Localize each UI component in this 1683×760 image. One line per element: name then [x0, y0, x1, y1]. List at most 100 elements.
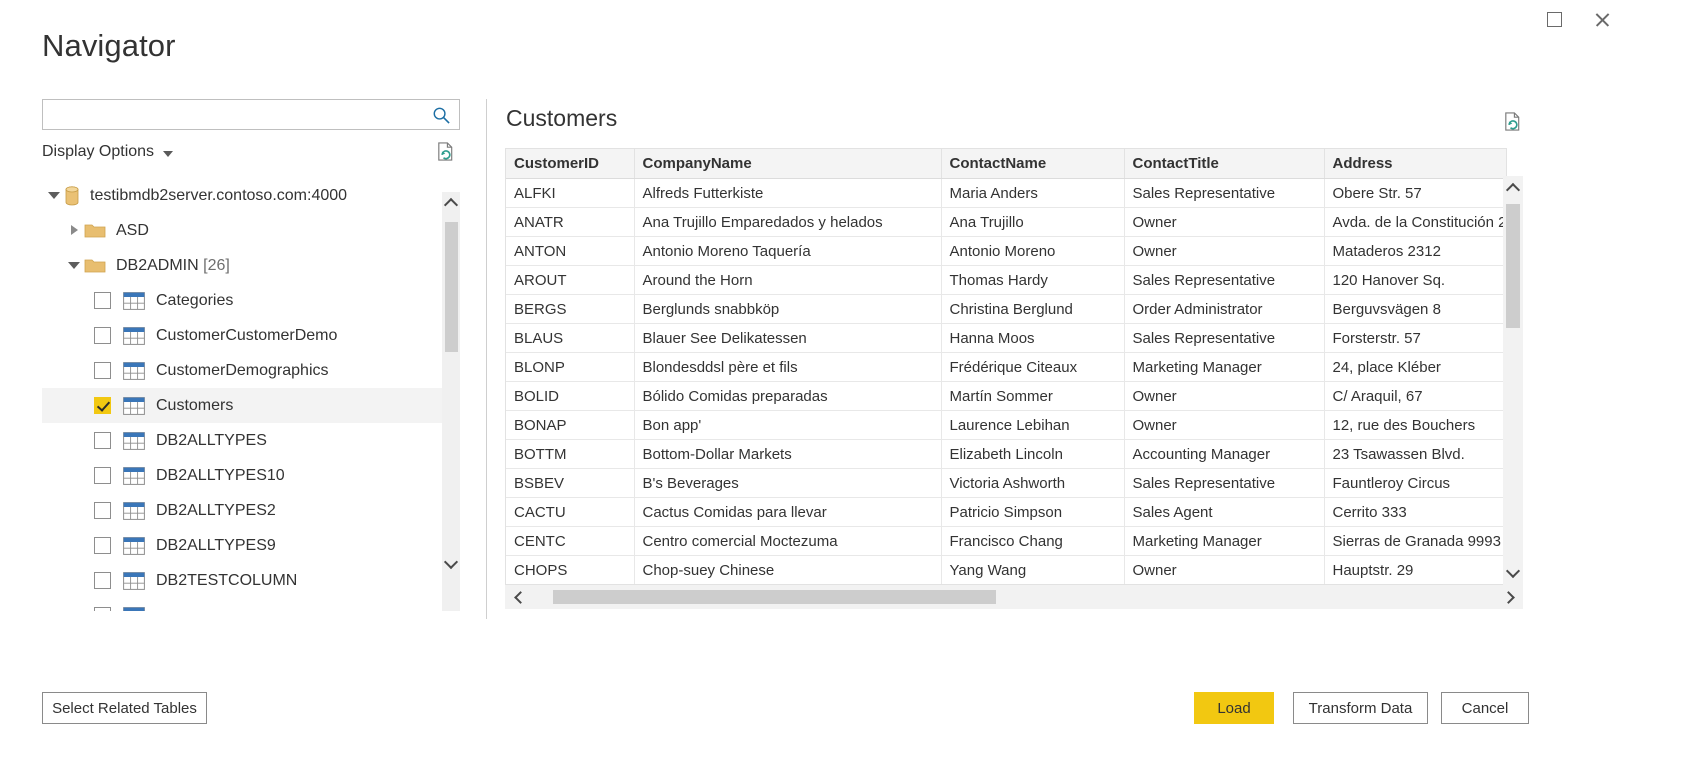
tree-node-db2alltypes10[interactable]: DB2ALLTYPES10	[42, 458, 442, 493]
grid-scroll-down-button[interactable]	[1503, 561, 1523, 585]
table-checkbox[interactable]	[94, 292, 111, 309]
chevron-up-icon	[444, 198, 458, 212]
table-row[interactable]: BLONP Blondesddsl père et fils Frédériqu…	[506, 353, 1507, 382]
tree-node-customerdemographics[interactable]: CustomerDemographics	[42, 353, 442, 388]
scroll-up-button[interactable]	[442, 192, 460, 214]
table-icon	[123, 432, 145, 450]
table-row[interactable]: BLAUS Blauer See Delikatessen Hanna Moos…	[506, 324, 1507, 353]
table-checkbox[interactable]	[94, 572, 111, 589]
tree-vertical-scrollbar[interactable]	[442, 178, 460, 611]
scrollbar-top-cap	[442, 178, 460, 192]
load-button[interactable]: Load	[1194, 692, 1274, 724]
chevron-down-icon	[1506, 564, 1520, 578]
cell-companyname: Blondesddsl père et fils	[634, 353, 941, 382]
cancel-button[interactable]: Cancel	[1441, 692, 1529, 724]
cell-address: 120 Hanover Sq.	[1324, 266, 1507, 295]
column-header-companyname[interactable]: CompanyName	[634, 149, 941, 179]
cell-customerid: CENTC	[506, 527, 634, 556]
table-checkbox[interactable]	[94, 502, 111, 519]
tree-node-partial[interactable]	[42, 598, 442, 611]
table-checkbox[interactable]	[94, 467, 111, 484]
table-icon	[123, 467, 145, 485]
tree-node-label: testibmdb2server.contoso.com:4000	[90, 187, 347, 205]
table-row[interactable]: CACTU Cactus Comidas para llevar Patrici…	[506, 498, 1507, 527]
scrollbar-thumb[interactable]	[445, 222, 458, 352]
maximize-button[interactable]	[1531, 0, 1577, 38]
tree-root: testibmdb2server.contoso.com:4000 ASD	[42, 178, 442, 611]
table-row[interactable]: CENTC Centro comercial Moctezuma Francis…	[506, 527, 1507, 556]
grid-horizontal-scrollbar[interactable]	[505, 585, 1523, 609]
table-icon	[123, 397, 145, 415]
column-header-address[interactable]: Address	[1324, 149, 1507, 179]
select-related-tables-button[interactable]: Select Related Tables	[42, 692, 207, 724]
grid-vertical-scrollbar[interactable]	[1503, 176, 1523, 585]
refresh-icon[interactable]	[1502, 111, 1523, 132]
table-body: ALFKI Alfreds Futterkiste Maria Anders S…	[506, 179, 1507, 585]
tree-node-db2alltypes2[interactable]: DB2ALLTYPES2	[42, 493, 442, 528]
cell-contactname: Patricio Simpson	[941, 498, 1124, 527]
table-checkbox[interactable]	[94, 607, 111, 611]
tree-node-text: DB2ADMIN	[116, 257, 199, 274]
cell-contactname: Christina Berglund	[941, 295, 1124, 324]
cell-contacttitle: Marketing Manager	[1124, 527, 1324, 556]
scrollbar-thumb[interactable]	[553, 590, 996, 604]
table-checkbox[interactable]	[94, 327, 111, 344]
grid-scroll-up-button[interactable]	[1503, 176, 1523, 200]
table-row[interactable]: BOTTM Bottom-Dollar Markets Elizabeth Li…	[506, 440, 1507, 469]
cell-companyname: Cactus Comidas para llevar	[634, 498, 941, 527]
column-header-contactname[interactable]: ContactName	[941, 149, 1124, 179]
cell-address: Forsterstr. 57	[1324, 324, 1507, 353]
tree-node-categories[interactable]: Categories	[42, 283, 442, 318]
search-box[interactable]	[42, 99, 460, 130]
display-options-dropdown[interactable]: Display Options	[42, 143, 173, 161]
tree-node-server[interactable]: testibmdb2server.contoso.com:4000	[42, 178, 442, 213]
title-bar	[0, 0, 1683, 44]
refresh-icon[interactable]	[435, 141, 456, 162]
table-row[interactable]: AROUT Around the Horn Thomas Hardy Sales…	[506, 266, 1507, 295]
table-row[interactable]: CHOPS Chop-suey Chinese Yang Wang Owner …	[506, 556, 1507, 585]
tree-node-label: DB2ALLTYPES10	[156, 467, 285, 485]
column-header-contacttitle[interactable]: ContactTitle	[1124, 149, 1324, 179]
cell-address: 12, rue des Bouchers	[1324, 411, 1507, 440]
tree-node-db2alltypes[interactable]: DB2ALLTYPES	[42, 423, 442, 458]
grid-scroll-left-button[interactable]	[505, 585, 531, 609]
table-row[interactable]: BOLID Bólido Comidas preparadas Martín S…	[506, 382, 1507, 411]
tree-node-customers[interactable]: Customers	[42, 388, 442, 423]
expand-collapse-toggle[interactable]	[44, 192, 64, 199]
search-input[interactable]	[51, 104, 431, 125]
table-checkbox[interactable]	[94, 537, 111, 554]
preview-grid[interactable]: CustomerID CompanyName ContactName Conta…	[505, 148, 1507, 585]
cell-address: Obere Str. 57	[1324, 179, 1507, 208]
close-button[interactable]	[1579, 0, 1625, 38]
table-icon	[123, 292, 145, 310]
table-checkbox[interactable]	[94, 397, 111, 414]
cell-contacttitle: Owner	[1124, 208, 1324, 237]
cell-contacttitle: Sales Agent	[1124, 498, 1324, 527]
table-checkbox[interactable]	[94, 432, 111, 449]
cell-contacttitle: Sales Representative	[1124, 469, 1324, 498]
grid-scroll-right-button[interactable]	[1497, 585, 1523, 609]
object-tree[interactable]: testibmdb2server.contoso.com:4000 ASD	[42, 178, 460, 611]
transform-data-button[interactable]: Transform Data	[1293, 692, 1428, 724]
column-header-customerid[interactable]: CustomerID	[506, 149, 634, 179]
table-row[interactable]: ALFKI Alfreds Futterkiste Maria Anders S…	[506, 179, 1507, 208]
tree-node-asd[interactable]: ASD	[42, 213, 442, 248]
tree-node-db2alltypes9[interactable]: DB2ALLTYPES9	[42, 528, 442, 563]
expand-collapse-toggle[interactable]	[64, 262, 84, 269]
table-row[interactable]: BSBEV B's Beverages Victoria Ashworth Sa…	[506, 469, 1507, 498]
search-icon[interactable]	[432, 106, 451, 125]
table-checkbox[interactable]	[94, 362, 111, 379]
table-row[interactable]: BERGS Berglunds snabbköp Christina Bergl…	[506, 295, 1507, 324]
tree-node-customercustomerdemo[interactable]: CustomerCustomerDemo	[42, 318, 442, 353]
tree-node-db2testcolumn[interactable]: DB2TESTCOLUMN	[42, 563, 442, 598]
cell-address: Berguvsvägen 8	[1324, 295, 1507, 324]
table-row[interactable]: ANTON Antonio Moreno Taquería Antonio Mo…	[506, 237, 1507, 266]
scroll-down-button[interactable]	[442, 553, 460, 575]
cell-address: Cerrito 333	[1324, 498, 1507, 527]
tree-node-db2admin[interactable]: DB2ADMIN [26]	[42, 248, 442, 283]
scrollbar-thumb[interactable]	[1506, 204, 1520, 328]
table-row[interactable]: ANATR Ana Trujillo Emparedados y helados…	[506, 208, 1507, 237]
table-row[interactable]: BONAP Bon app' Laurence Lebihan Owner 12…	[506, 411, 1507, 440]
expand-collapse-toggle[interactable]	[64, 226, 84, 236]
cell-companyname: Bon app'	[634, 411, 941, 440]
